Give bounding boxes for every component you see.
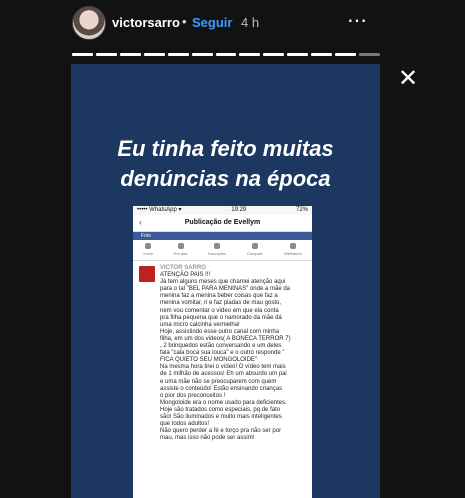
post-text-line: são! São iluminados e muito mais intelig…	[160, 413, 282, 420]
post-text-line: e uma mãe não se preocuparem com quem	[160, 378, 277, 385]
post-text-line: FICA QUIETO SEU MONGOLOIDE"	[160, 357, 258, 364]
post-text-line: de 1 milhão de acessos! Eh um absurdo um…	[160, 371, 287, 378]
post-text-line: Já tem alguns meses que chamei atenção a…	[160, 279, 286, 286]
post-text-line: nem vou comentar o vídeo em que ela cont…	[160, 307, 279, 314]
tab-em-alta: Em alta	[174, 240, 187, 260]
post-text-line: Hoje, assistindo esse outro canal com mi…	[160, 328, 280, 335]
post-text-line: pra filha pequena que o namorado da mãe …	[160, 314, 282, 321]
close-icon[interactable]: ✕	[398, 67, 418, 91]
post-text-line: Hoje são tratados como especiais, pq de …	[160, 406, 281, 413]
subscriptions-icon	[214, 243, 221, 249]
post-text-line: Mongoloide era o nome usado para deficie…	[160, 399, 287, 406]
post-text-line: o pior dos preconceitos !	[160, 392, 226, 399]
status-time: 19:29	[231, 207, 247, 213]
story-progress-segment	[359, 53, 380, 56]
post-text-line: menina faz a menina beber coisas que faz…	[160, 293, 278, 300]
post-text-line: ATENÇÃO PAIS !!!	[160, 272, 211, 279]
post-text-line: assiste o conteúdo! Estão ensinando cria…	[160, 385, 283, 392]
story-progress-segment	[167, 53, 189, 56]
tab-biblioteca: Biblioteca	[284, 240, 302, 260]
story-progress-segment	[215, 53, 237, 56]
username[interactable]: victorsarro	[112, 15, 180, 30]
avatar[interactable]	[72, 6, 106, 40]
story-progress-segment	[335, 53, 357, 56]
more-options-icon[interactable]: ⋯	[347, 8, 369, 33]
story-headline: Eu tinha feito muitas denúncias na época	[117, 136, 334, 191]
post-text-line: mau, mas isso não pode ser assim!	[160, 435, 255, 442]
post-body: VICTOR SARRO ATENÇÃO PAIS !!! Já tem algu…	[133, 261, 312, 442]
post-text-line: fala "cala boca sua louca" e o outro res…	[160, 350, 285, 357]
story-media[interactable]: Eu tinha feito muitas denúncias na época…	[71, 64, 380, 498]
story-progress-segment	[191, 53, 213, 56]
post-text-line: para o tal "BEL PARA MENINAS" onde a mãe…	[160, 286, 290, 293]
post-header: ‹ Publicação de Evellym	[133, 215, 312, 232]
home-icon	[145, 243, 152, 249]
tab-row: Início Em alta Inscrições Compart. Bibli…	[133, 240, 312, 261]
library-icon	[289, 243, 296, 249]
story-progress-segment	[143, 53, 165, 56]
embedded-screenshot: ••••• WhatsApp ▾ 19:29 72% ‹ Publicação …	[133, 206, 312, 498]
post-text: ATENÇÃO PAIS !!! Já tem alguns meses que …	[160, 272, 306, 442]
post-text-line: , 2 brinquedos estão conversando e um de…	[160, 343, 282, 350]
story-progress-segment	[311, 53, 333, 56]
share-icon	[252, 243, 259, 249]
story-progress-bar	[72, 53, 380, 56]
story-progress-segment	[239, 53, 261, 56]
phone-status-bar: ••••• WhatsApp ▾ 19:29 72%	[133, 206, 312, 215]
follow-button[interactable]: Seguir	[192, 15, 232, 30]
separator-dot: •	[182, 14, 187, 29]
story-progress-segment	[119, 53, 141, 56]
post-text-line: que todos adultos!	[160, 421, 210, 428]
tab-inicio: Início	[143, 240, 153, 260]
flame-icon	[177, 243, 184, 249]
status-carrier: ••••• WhatsApp ▾	[137, 207, 182, 213]
story-header: victorsarro • Seguir 4 h ⋯	[0, 0, 465, 50]
post-text-line: uma micro calcinha vermelha!	[160, 321, 240, 328]
status-battery: 72%	[295, 207, 308, 213]
photo-bar: Foto	[133, 232, 312, 240]
tab-compart: Compart.	[247, 240, 263, 260]
post-text-line: menina vomitar, ri e faz piadas de mau g…	[160, 300, 282, 307]
story-progress-segment	[263, 53, 285, 56]
post-text-line: Não quero perder a fé e torço pra não se…	[160, 428, 282, 435]
story-progress-segment	[95, 53, 117, 56]
story-progress-segment	[72, 53, 93, 56]
post-text-line: Na mesma hora tirei o vídeo! O vídeo tem…	[160, 364, 286, 371]
tab-inscricoes: Inscrições	[208, 240, 226, 260]
story-progress-segment	[287, 53, 309, 56]
post-text-line: filha, em um dos videos( A BONECA TERROR…	[160, 335, 291, 342]
post-time: 4 h	[241, 15, 260, 30]
author-avatar	[139, 266, 155, 282]
post-page-title: Publicação de Evellym	[184, 219, 261, 226]
